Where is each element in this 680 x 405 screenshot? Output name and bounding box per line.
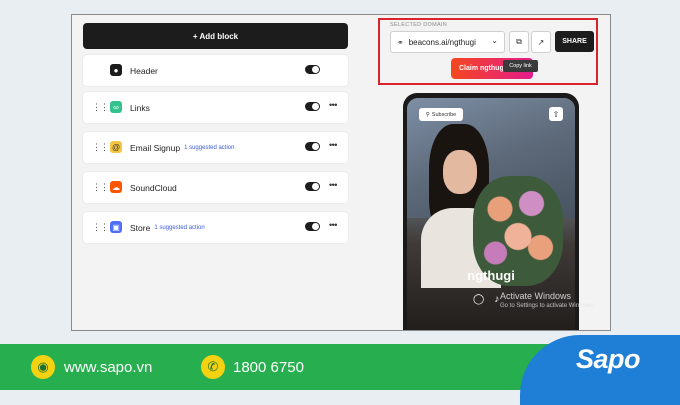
external-link-icon: ↗: [537, 37, 545, 47]
at-icon: @: [110, 141, 122, 153]
person-icon: ●: [110, 64, 122, 76]
open-link-button[interactable]: ↗: [531, 31, 551, 53]
block-visibility-toggle[interactable]: [305, 102, 320, 111]
tiktok-icon[interactable]: ♪: [494, 294, 499, 305]
suggested-action-link[interactable]: 1 suggested action: [154, 225, 204, 231]
add-block-button[interactable]: + Add block: [83, 23, 348, 49]
more-options-icon[interactable]: •••: [329, 220, 337, 230]
block-visibility-toggle[interactable]: [305, 182, 320, 191]
soundcloud-icon: ☁: [110, 181, 122, 193]
drag-handle-icon[interactable]: ⋮⋮: [92, 143, 109, 152]
domain-value: beacons.ai/ngthugi: [408, 37, 476, 47]
profile-name: ngthugi: [467, 268, 515, 283]
phone-icon: ✆: [201, 355, 225, 379]
block-label: Links: [130, 102, 150, 113]
block-row-header[interactable]: ● Header: [83, 55, 348, 86]
copy-link-button[interactable]: ⧉: [509, 31, 529, 53]
domain-select[interactable]: ⚭ beacons.ai/ngthugi ⌄: [390, 31, 505, 53]
subscribe-button[interactable]: ⚲ Subscribe: [419, 108, 463, 121]
more-options-icon[interactable]: •••: [329, 100, 337, 110]
chevron-down-icon: ⌄: [491, 36, 498, 45]
share-icon[interactable]: ⇧: [549, 107, 563, 121]
more-options-icon[interactable]: •••: [329, 140, 337, 150]
block-visibility-toggle[interactable]: [305, 65, 320, 74]
instagram-icon[interactable]: ◯: [473, 294, 484, 305]
block-row-store[interactable]: ⋮⋮ ▣ Store 1 suggested action •••: [83, 212, 348, 243]
phone-number[interactable]: 1800 6750: [233, 355, 304, 379]
block-label: Email Signup 1 suggested action: [130, 142, 235, 153]
profile-photo-face: [443, 150, 477, 194]
suggested-action-link[interactable]: 1 suggested action: [184, 145, 234, 151]
block-row-links[interactable]: ⋮⋮ ∞ Links •••: [83, 92, 348, 123]
selected-domain-label: SELECTED DOMAIN: [390, 22, 448, 28]
block-row-email-signup[interactable]: ⋮⋮ @ Email Signup 1 suggested action •••: [83, 132, 348, 163]
social-links: ◯ ♪: [473, 294, 499, 305]
brand-logo: Sapo: [576, 344, 641, 374]
globe-icon: ◉: [31, 355, 55, 379]
block-label: Header: [130, 65, 158, 76]
bell-icon: ⚲: [425, 111, 430, 118]
copy-icon: ⧉: [516, 37, 522, 46]
drag-handle-icon[interactable]: ⋮⋮: [92, 103, 109, 112]
copy-link-tooltip: Copy link: [503, 60, 538, 72]
share-button[interactable]: SHARE: [555, 31, 594, 52]
block-label: SoundCloud: [130, 182, 177, 193]
website-link[interactable]: www.sapo.vn: [64, 355, 152, 379]
block-row-soundcloud[interactable]: ⋮⋮ ☁ SoundCloud •••: [83, 172, 348, 203]
more-options-icon[interactable]: •••: [329, 180, 337, 190]
link-icon: ∞: [110, 101, 122, 113]
store-icon: ▣: [110, 221, 122, 233]
block-label: Store 1 suggested action: [130, 222, 205, 233]
link-icon: ⚭: [397, 37, 404, 47]
block-visibility-toggle[interactable]: [305, 222, 320, 231]
drag-handle-icon[interactable]: ⋮⋮: [92, 183, 109, 192]
windows-activation-watermark: Activate Windows Go to Settings to activ…: [500, 291, 595, 309]
drag-handle-icon[interactable]: ⋮⋮: [92, 223, 109, 232]
block-visibility-toggle[interactable]: [305, 142, 320, 151]
app-screenshot: + Add block ● Header ⋮⋮ ∞ Links ••• ⋮⋮ @…: [71, 14, 611, 331]
